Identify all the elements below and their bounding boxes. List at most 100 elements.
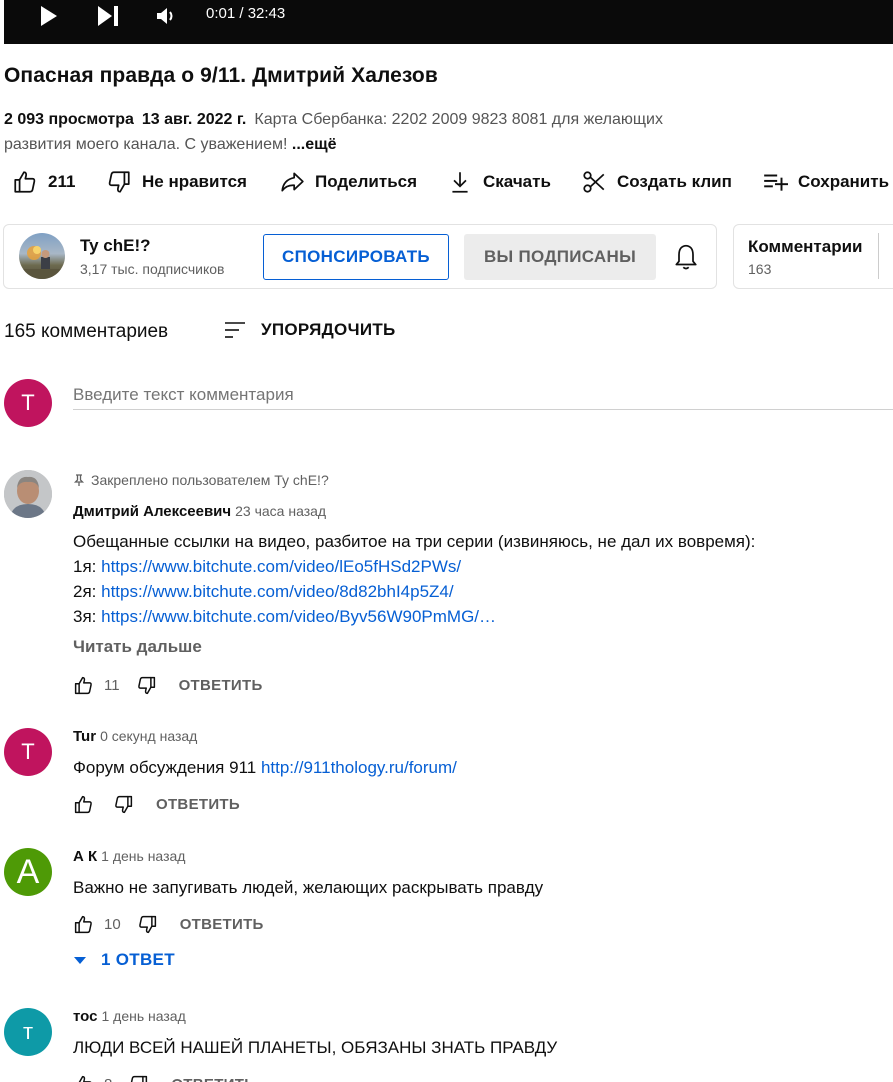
thumbs-down-icon[interactable] — [137, 914, 158, 935]
download-button[interactable]: Скачать — [447, 164, 551, 200]
comment-author[interactable]: Дмитрий Алексеевич — [73, 503, 231, 520]
comment-time[interactable]: 1 день назад — [101, 1008, 185, 1024]
comment-line: 2я: https://www.bitchute.com/video/8d82b… — [73, 579, 755, 604]
comment-author-row: А К1 день назад — [73, 848, 185, 865]
dislike-button[interactable]: Не нравится — [106, 164, 247, 200]
channel-card: Ty chE!? 3,17 тыс. подписчиков СПОНСИРОВ… — [3, 224, 717, 289]
thumbs-down-icon — [108, 171, 130, 193]
save-button[interactable]: Сохранить — [762, 164, 889, 200]
dislike-label: Не нравится — [142, 172, 247, 191]
subscribed-button[interactable]: ВЫ ПОДПИСАНЫ — [464, 234, 656, 280]
reply-button[interactable]: ОТВЕТИТЬ — [171, 1076, 255, 1082]
share-button[interactable]: Поделиться — [279, 164, 417, 200]
like-button[interactable]: 211 — [12, 164, 75, 200]
comment-author-row: тос 1 день назад — [73, 1008, 186, 1025]
pin-icon — [73, 474, 85, 486]
sort-label: УПОРЯДОЧИТЬ — [261, 320, 396, 339]
comment-author-row: Дмитрий Алексеевич 23 часа назад — [73, 503, 326, 520]
comment-text-prefix: Форум обсуждения 911 — [73, 758, 261, 777]
reply-button[interactable]: ОТВЕТИТЬ — [179, 677, 263, 694]
reply-button[interactable]: ОТВЕТИТЬ — [156, 796, 240, 813]
video-description[interactable]: 2 093 просмотра 13 авг. 2022 г. Карта Сбер… — [4, 107, 744, 157]
comments-total: 165 комментариев — [4, 321, 169, 342]
channel-avatar[interactable] — [19, 233, 65, 279]
comments-panel-count: 163 — [748, 261, 772, 277]
sort-icon — [225, 322, 245, 338]
link-prefix: 2я: — [73, 582, 102, 601]
comment-link[interactable]: https://www.bitchute.com/video/8d82bhI4p… — [101, 582, 453, 601]
reply-button[interactable]: ОТВЕТИТЬ — [180, 916, 264, 933]
comment-author-row: Tur 0 секунд назад — [73, 728, 197, 745]
channel-name[interactable]: Ty chE!? — [80, 236, 151, 256]
view-count: 2 093 просмотра — [4, 111, 134, 128]
volume-icon[interactable] — [154, 4, 178, 28]
thumbs-down-icon[interactable] — [113, 794, 134, 815]
save-label: Сохранить — [798, 172, 890, 191]
comment-like-count: 10 — [104, 915, 121, 933]
upload-date: 13 авг. 2022 г. — [141, 111, 247, 128]
comment-text: Форум обсуждения 911 http://911thology.r… — [73, 755, 457, 780]
playlist-add-icon — [764, 174, 788, 191]
thumbs-down-icon[interactable] — [128, 1074, 149, 1082]
thumbs-up-icon[interactable] — [73, 1074, 94, 1082]
commenter-avatar[interactable]: т — [4, 1008, 52, 1056]
thumbs-up-icon[interactable] — [73, 914, 94, 935]
subscriber-count: 3,17 тыс. подписчиков — [80, 261, 225, 277]
pinned-badge: Закреплено пользователем Ty chE!? — [73, 472, 329, 488]
comment-actions: 10 ОТВЕТИТЬ — [73, 912, 264, 936]
download-icon — [452, 172, 468, 193]
like-count: 211 — [48, 172, 76, 191]
comment-link[interactable]: https://www.bitchute.com/video/lEo5fHSd2… — [101, 557, 461, 576]
create-clip-button[interactable]: Создать клип — [581, 164, 732, 200]
view-replies-button[interactable]: 1 ОТВЕТ — [73, 950, 175, 970]
comment-like-count: 8 — [104, 1076, 112, 1082]
comment-text: Важно не запугивать людей, желающих раск… — [73, 878, 544, 897]
comments-panel-card[interactable]: Комментарии 163 — [733, 224, 893, 289]
comment-time[interactable]: 23 часа назад — [235, 503, 326, 519]
share-icon — [281, 172, 304, 192]
comment-link[interactable]: http://911thology.ru/forum/ — [261, 758, 457, 777]
comment-time[interactable]: 1 день назад — [101, 848, 185, 864]
thumbs-up-icon[interactable] — [73, 675, 94, 696]
comment-author[interactable]: Tur — [73, 728, 96, 745]
comment-text: Обещанные ссылки на видео, разбитое на т… — [73, 529, 755, 629]
sort-button[interactable]: УПОРЯДОЧИТЬ — [223, 318, 396, 342]
bell-icon[interactable] — [673, 243, 699, 271]
thumbs-up-icon[interactable] — [73, 794, 94, 815]
read-more-link[interactable]: Читать дальше — [73, 637, 202, 657]
chevron-down-icon — [74, 957, 86, 964]
comment-author[interactable]: тос — [73, 1008, 97, 1025]
video-title: Опасная правда о 9/11. Дмитрий Халезов — [4, 64, 438, 87]
sponsor-button[interactable]: СПОНСИРОВАТЬ — [263, 234, 449, 280]
next-icon[interactable] — [95, 4, 121, 28]
comment-line: 1я: https://www.bitchute.com/video/lEo5f… — [73, 554, 755, 579]
show-more-link[interactable]: ...ещё — [292, 136, 337, 153]
comment-line: 3я: https://www.bitchute.com/video/Byv56… — [73, 604, 755, 629]
thumbs-up-icon — [14, 171, 36, 193]
replies-label: 1 ОТВЕТ — [101, 950, 175, 969]
comment-author[interactable]: А К — [73, 848, 97, 865]
comment-line: Обещанные ссылки на видео, разбитое на т… — [73, 532, 756, 551]
commenter-avatar[interactable]: T — [4, 728, 52, 776]
description-line-2: развития моего канала. С уважением! — [4, 136, 288, 153]
current-user-avatar: T — [4, 379, 52, 427]
thumbs-down-icon[interactable] — [136, 675, 157, 696]
comment-text: ЛЮДИ ВСЕЙ НАШЕЙ ПЛАНЕТЫ, ОБЯЗАНЫ ЗНАТЬ П… — [73, 1038, 558, 1057]
comment-actions: ОТВЕТИТЬ — [73, 792, 240, 816]
comment-input[interactable] — [73, 380, 893, 410]
download-label: Скачать — [483, 172, 551, 191]
video-player-controls: 0:01 / 32:43 — [4, 0, 893, 44]
comment-time[interactable]: 0 секунд назад — [100, 728, 197, 744]
comment-link[interactable]: https://www.bitchute.com/video/Byv56W90P… — [101, 607, 496, 626]
share-label: Поделиться — [315, 172, 418, 191]
pinned-label: Закреплено пользователем Ty chE!? — [91, 472, 329, 488]
commenter-avatar[interactable] — [4, 470, 52, 518]
play-icon[interactable] — [36, 4, 60, 28]
create-clip-label: Создать клип — [617, 172, 732, 191]
comments-panel-title: Комментарии — [748, 237, 863, 256]
comment-like-count: 11 — [104, 676, 120, 694]
comment-actions: 11 ОТВЕТИТЬ — [73, 673, 263, 697]
time-display: 0:01 / 32:43 — [206, 5, 286, 22]
commenter-avatar[interactable]: A — [4, 848, 52, 896]
link-prefix: 1я: — [73, 557, 102, 576]
